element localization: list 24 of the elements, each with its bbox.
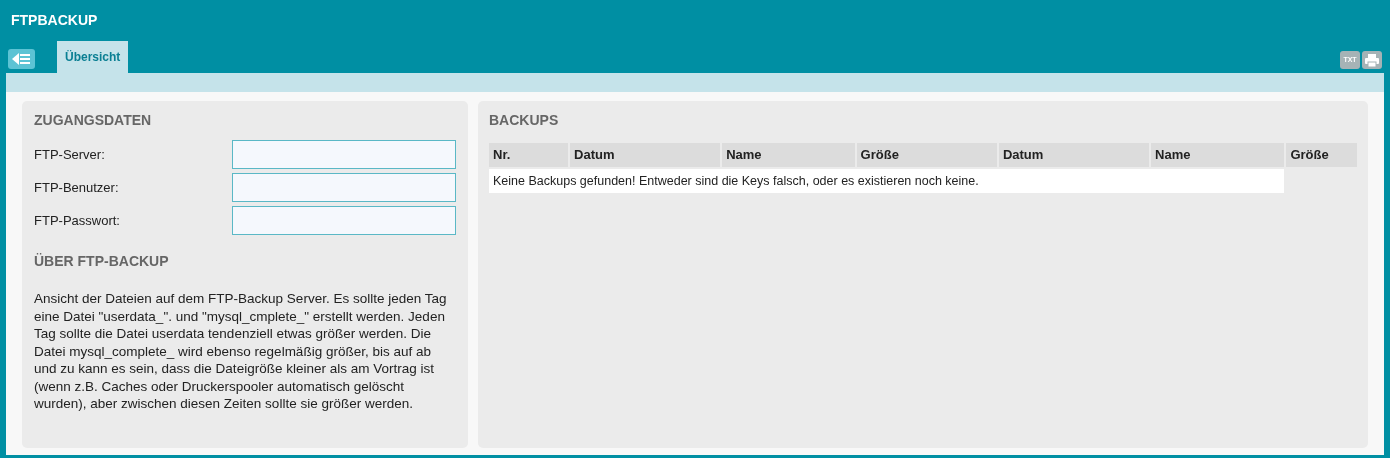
field-label: FTP-Server: (34, 145, 106, 164)
app-title: FTPBACKUP (11, 11, 98, 30)
description-paragraph: Ansicht der Dateien auf dem FTP-Backup Server. Es sollte jeden Tag eine Datei "userdata_". und "mysql_cmplete_" erstellt werden. Jeden Tag sollte die Datei userdata tendenziell etwas größer werden. Die Datei mysql_complete_ wird ebenso regelmäßig größer, bis auf ab und zu kann es sein, dass die Dateigröße kleiner als am Vortrag ist (wenn z.B. Caches oder Druckerspooler automatisch gelöscht wurden), aber zwischen diesen Zeiten sollte sie größer werden. (34, 290, 448, 413)
section-heading: BACKUPS (489, 111, 560, 130)
field-label: FTP-Passwort: (34, 211, 121, 230)
sidebar-toggle-button[interactable] (8, 49, 35, 69)
section-heading: ÜBER FTP-BACKUP (34, 252, 170, 271)
tab[interactable]: Übersicht (57, 41, 129, 73)
column-header: Datum (570, 143, 721, 167)
column-header: Nr. (489, 143, 569, 167)
column-header: Name (1151, 143, 1285, 167)
input-field[interactable] (232, 206, 456, 235)
printer-icon (1365, 53, 1379, 67)
input-field[interactable] (232, 140, 456, 169)
field-label: FTP-Benutzer: (34, 178, 120, 197)
collapse-menu-icon (12, 53, 31, 65)
column-header: Größe (1286, 143, 1357, 167)
print-button[interactable] (1362, 51, 1382, 69)
empty-message: Keine Backups gefunden! Entweder sind die Keys falsch, oder es existieren noch keine. (489, 169, 1285, 193)
section-heading: ZUGANGSDATEN (34, 111, 153, 130)
column-header: Größe (856, 143, 997, 167)
column-header: Name (722, 143, 855, 167)
input-field[interactable] (232, 173, 456, 202)
column-header: Datum (998, 143, 1150, 167)
